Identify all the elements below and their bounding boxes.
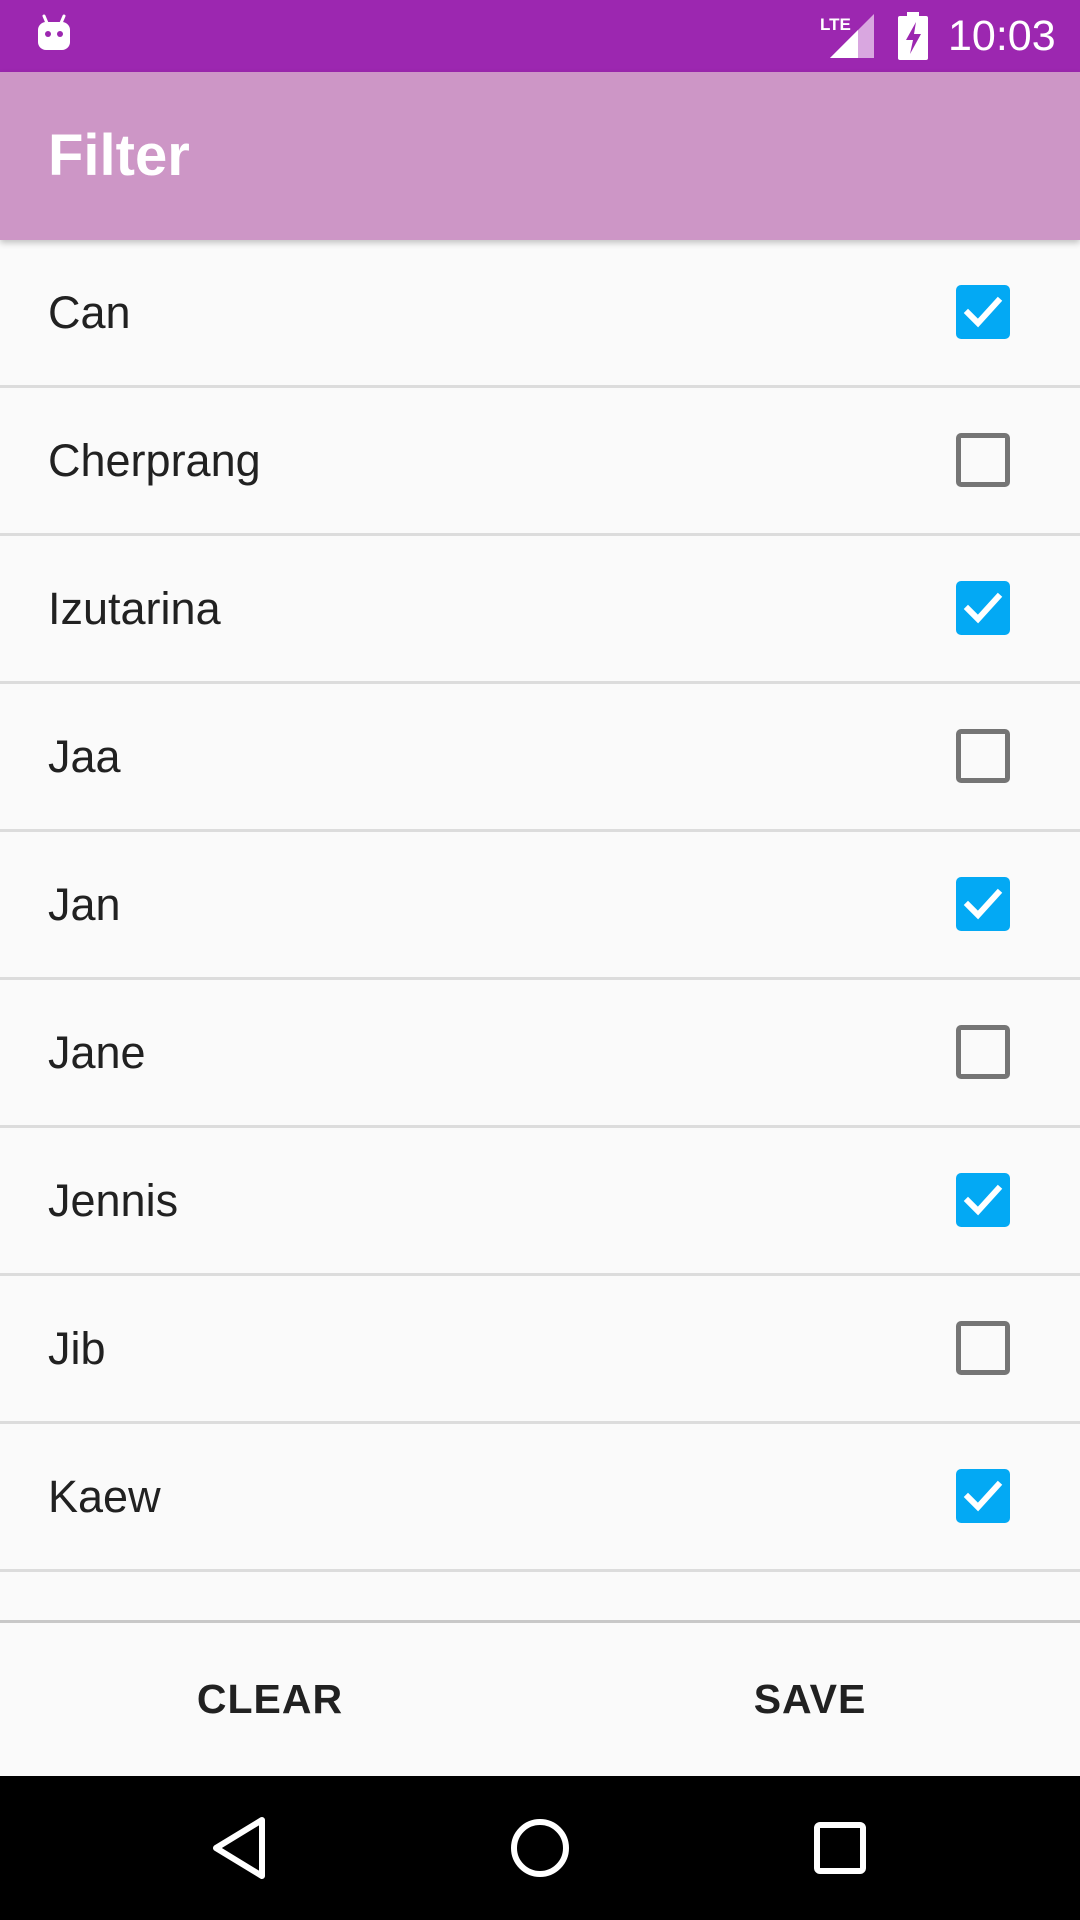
list-item[interactable]: Jane [0, 980, 1080, 1128]
list-item[interactable]: Jan [0, 832, 1080, 980]
list-item-label: Jaa [48, 731, 121, 782]
battery-charging-icon [898, 12, 928, 60]
recents-icon[interactable] [790, 1798, 890, 1898]
list-item[interactable]: Cherprang [0, 388, 1080, 536]
checkbox-unchecked[interactable] [956, 1321, 1010, 1375]
list-item-label: Jennis [48, 1175, 179, 1226]
list-item[interactable]: Jaa [0, 684, 1080, 832]
list-item[interactable]: Can [0, 240, 1080, 388]
checkbox-checked[interactable] [956, 877, 1010, 931]
save-button[interactable]: SAVE [540, 1623, 1080, 1776]
checkbox-checked[interactable] [956, 285, 1010, 339]
list-item[interactable]: Jennis [0, 1128, 1080, 1276]
lte-signal-icon: LTE [818, 12, 874, 58]
checkbox-checked[interactable] [956, 1469, 1010, 1523]
checkbox-checked[interactable] [956, 1173, 1010, 1227]
filter-list[interactable]: Can Cherprang Izutarina Jaa Jan Jane Jen… [0, 240, 1080, 1620]
list-item-label: Jib [48, 1323, 106, 1374]
android-icon [36, 14, 72, 54]
page-title: Filter [48, 123, 190, 188]
list-item-label: Can [48, 287, 131, 338]
status-time: 10:03 [948, 12, 1056, 60]
checkbox-unchecked[interactable] [956, 433, 1010, 487]
list-item-label: Kaew [48, 1471, 161, 1522]
checkbox-unchecked[interactable] [956, 729, 1010, 783]
list-item[interactable]: Kaew [0, 1424, 1080, 1572]
home-icon[interactable] [490, 1798, 590, 1898]
checkbox-unchecked[interactable] [956, 1025, 1010, 1079]
action-bar: CLEAR SAVE [0, 1620, 1080, 1776]
list-item-label: Cherprang [48, 435, 261, 486]
clear-button[interactable]: CLEAR [0, 1623, 540, 1776]
checkbox-checked[interactable] [956, 581, 1010, 635]
status-bar: LTE 10:03 [0, 0, 1080, 72]
list-item-label: Jan [48, 879, 121, 930]
list-item-label: Jane [48, 1027, 146, 1078]
navigation-bar [0, 1776, 1080, 1920]
app-bar: Filter [0, 72, 1080, 240]
list-item[interactable]: Izutarina [0, 536, 1080, 684]
back-icon[interactable] [190, 1798, 290, 1898]
svg-text:LTE: LTE [820, 15, 851, 34]
list-item-label: Izutarina [48, 583, 221, 634]
list-item[interactable]: Jib [0, 1276, 1080, 1424]
